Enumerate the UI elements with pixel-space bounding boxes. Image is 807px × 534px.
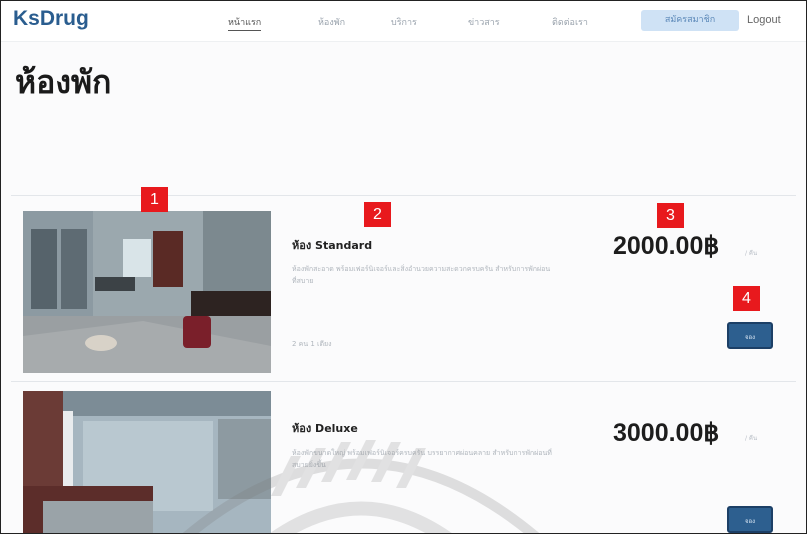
- book-button-deluxe[interactable]: จอง: [727, 506, 773, 533]
- navbar: KsDrug หน้าแรก ห้องพัก บริการ ข่าวสาร ติ…: [1, 1, 806, 42]
- annotation-marker-3: 3: [657, 203, 684, 228]
- room-image-standard[interactable]: [23, 211, 271, 373]
- annotation-marker-1: 1: [141, 187, 168, 212]
- room-desc-standard: ห้องพักสะอาด พร้อมเฟอร์นิเจอร์และสิ่งอำน…: [292, 265, 551, 285]
- nav-item-contact[interactable]: ติดต่อเรา: [552, 15, 588, 29]
- page-frame: KsDrug หน้าแรก ห้องพัก บริการ ข่าวสาร ติ…: [0, 0, 807, 534]
- annotation-marker-4: 4: [733, 286, 760, 311]
- nav-item-rooms[interactable]: ห้องพัก: [318, 15, 345, 29]
- page-title: ห้องพัก: [15, 63, 112, 101]
- room-meta-standard: 2 คน 1 เตียง: [292, 340, 332, 348]
- divider: [11, 195, 796, 196]
- nav-item-services[interactable]: บริการ: [391, 15, 417, 29]
- nav-item-news[interactable]: ข่าวสาร: [468, 15, 500, 29]
- logout-link[interactable]: Logout: [747, 14, 781, 26]
- room-price-standard: 2000.00฿: [613, 232, 720, 260]
- nav-item-home[interactable]: หน้าแรก: [228, 15, 262, 31]
- brand-logo[interactable]: KsDrug: [13, 7, 89, 31]
- register-button[interactable]: สมัครสมาชิก: [641, 10, 739, 31]
- divider: [11, 381, 796, 382]
- watermark-seal: [182, 440, 540, 533]
- room-name-standard: ห้อง Standard: [292, 239, 373, 252]
- annotation-marker-2: 2: [364, 202, 391, 227]
- room-price-deluxe: 3000.00฿: [613, 419, 720, 447]
- room-photo-standard: [23, 211, 271, 373]
- room-price-unit-standard: / คืน: [745, 250, 758, 257]
- book-button-standard[interactable]: จอง: [727, 322, 773, 349]
- room-price-unit-deluxe: / คืน: [745, 435, 758, 442]
